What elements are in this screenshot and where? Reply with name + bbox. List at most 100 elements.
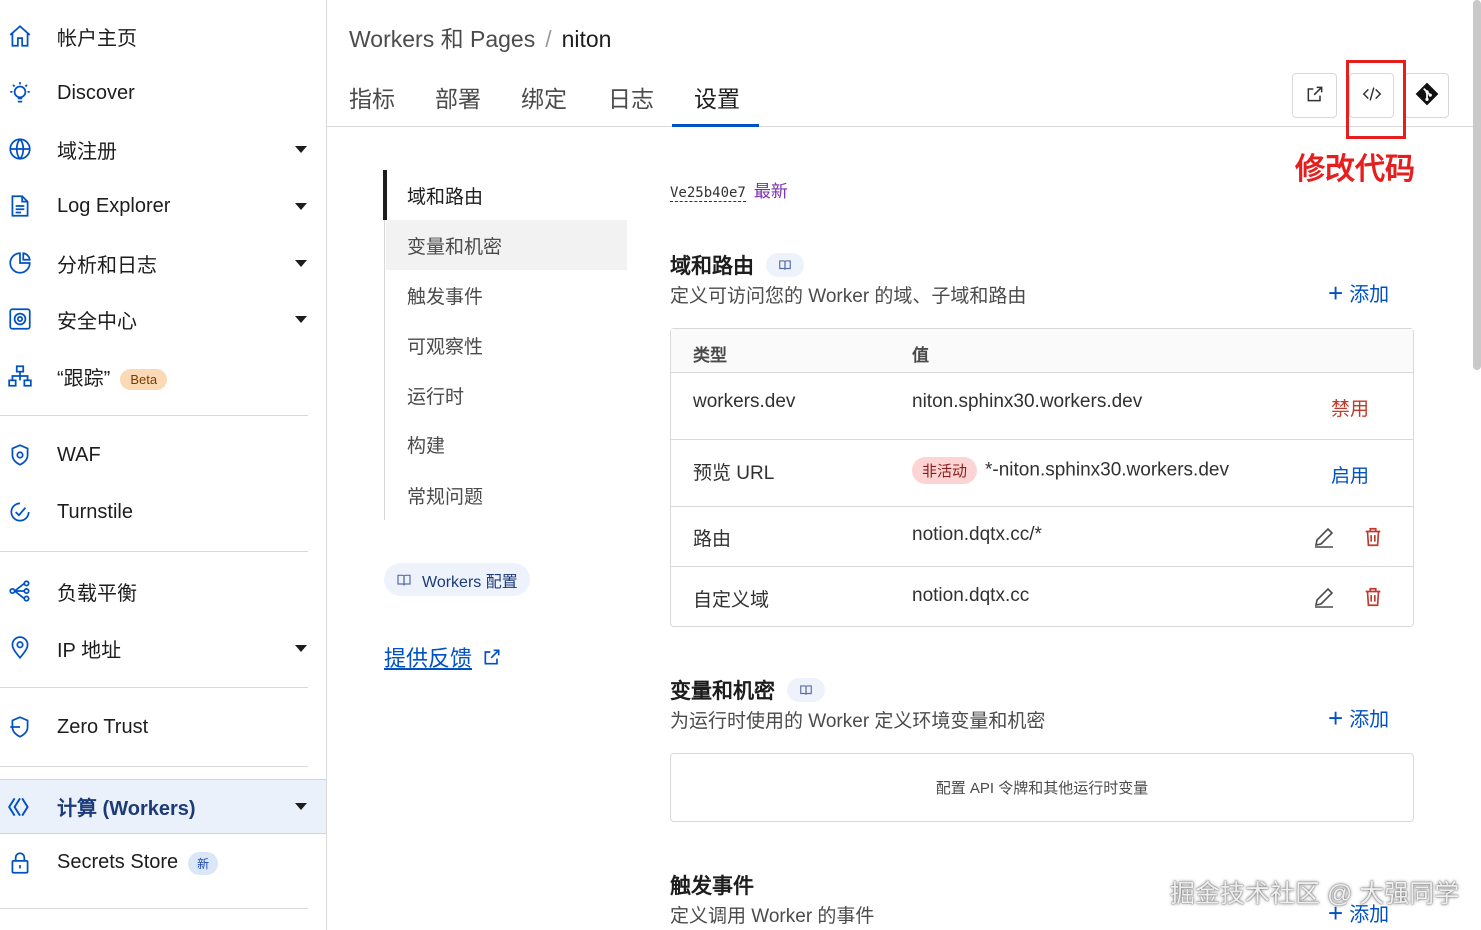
book-icon[interactable] bbox=[787, 678, 825, 702]
sidebar-item-zero-trust[interactable]: Zero Trust bbox=[0, 702, 326, 752]
active-tab-indicator bbox=[672, 124, 759, 127]
sidebar-item-log-explorer[interactable]: Log Explorer bbox=[0, 181, 326, 231]
row-value-cell: 非活动 *-niton.sphinx30.workers.dev bbox=[912, 457, 1229, 484]
page-scrollbar[interactable] bbox=[1473, 0, 1481, 370]
add-domain-button[interactable]: + 添加 bbox=[1328, 278, 1389, 307]
enable-button[interactable]: 启用 bbox=[1331, 461, 1369, 488]
security-center-icon bbox=[6, 305, 34, 333]
sidebar-item-home[interactable]: 帐户主页 bbox=[0, 11, 326, 61]
git-icon bbox=[1414, 81, 1440, 110]
table-row: 预览 URL 非活动 *-niton.sphinx30.workers.dev 启… bbox=[671, 440, 1413, 507]
sidebar-item-ip-address[interactable]: IP 地址 bbox=[0, 623, 326, 673]
triggers-section-description: 定义调用 Worker 的事件 bbox=[670, 906, 875, 927]
column-header-value: 值 bbox=[912, 346, 929, 365]
sidebar-divider bbox=[0, 908, 308, 909]
edit-pencil-icon[interactable] bbox=[1311, 584, 1337, 610]
git-button[interactable] bbox=[1404, 73, 1449, 118]
add-variable-button[interactable]: + 添加 bbox=[1328, 703, 1389, 732]
trash-icon[interactable] bbox=[1360, 524, 1386, 550]
book-icon bbox=[396, 572, 412, 588]
sidebar-item-label: “跟踪” Beta bbox=[57, 362, 168, 391]
row-value: *-niton.sphinx30.workers.dev bbox=[985, 459, 1229, 481]
trash-icon[interactable] bbox=[1360, 584, 1386, 610]
sidebar-item-waf[interactable]: WAF bbox=[0, 430, 326, 480]
version-hash[interactable]: Ve25b40e7 bbox=[670, 185, 746, 202]
sidebar-item-label: WAF bbox=[57, 443, 101, 466]
subnav-item-general[interactable]: 常规问题 bbox=[386, 470, 627, 520]
sidebar-item-label: 分析和日志 bbox=[57, 254, 157, 277]
row-value: notion.dqtx.cc/* bbox=[912, 524, 1042, 545]
tab-settings[interactable]: 设置 bbox=[694, 80, 740, 127]
annotation-label: 修改代码 bbox=[1295, 153, 1415, 186]
sidebar-item-turnstile[interactable]: Turnstile bbox=[0, 487, 326, 537]
subnav-item-variables[interactable]: 变量和机密 bbox=[386, 220, 627, 270]
subnav-item-triggers[interactable]: 触发事件 bbox=[386, 270, 627, 320]
tab-bindings[interactable]: 绑定 bbox=[521, 80, 567, 127]
version-latest-tag: 最新 bbox=[753, 182, 788, 201]
sidebar-item-label: Log Explorer bbox=[57, 194, 171, 217]
chevron-down-icon[interactable] bbox=[295, 202, 307, 210]
pie-chart-icon bbox=[6, 249, 34, 277]
table-header: 类型 值 bbox=[671, 329, 1413, 373]
disable-button[interactable]: 禁用 bbox=[1331, 394, 1369, 421]
sidebar-item-security-center[interactable]: 安全中心 bbox=[0, 294, 326, 344]
tab-deployments[interactable]: 部署 bbox=[435, 80, 481, 127]
sidebar-item-workers[interactable]: 计算 (Workers) bbox=[0, 779, 326, 834]
chevron-down-icon[interactable] bbox=[295, 315, 307, 323]
workers-icon bbox=[6, 793, 34, 821]
subnav-active-indicator bbox=[383, 170, 387, 220]
breadcrumb: Workers 和 Pages / niton bbox=[349, 20, 611, 54]
workers-config-link[interactable]: Workers 配置 bbox=[384, 563, 530, 596]
lock-icon bbox=[6, 849, 34, 877]
sidebar-divider bbox=[0, 687, 308, 688]
home-icon bbox=[6, 22, 34, 50]
variables-section-title: 变量和机密 bbox=[670, 675, 825, 705]
sidebar-item-load-balancing[interactable]: 负载平衡 bbox=[0, 566, 326, 616]
shield-gear-icon bbox=[6, 441, 34, 469]
open-external-button[interactable] bbox=[1292, 73, 1337, 118]
chevron-down-icon[interactable] bbox=[295, 644, 307, 652]
subnav-item-domains[interactable]: 域和路由 bbox=[386, 170, 627, 220]
lightbulb-icon bbox=[6, 79, 34, 107]
tab-logs[interactable]: 日志 bbox=[608, 80, 654, 127]
subnav-item-observability[interactable]: 可观察性 bbox=[386, 320, 627, 370]
sidebar-item-label: 帐户主页 bbox=[57, 27, 137, 50]
sidebar-item-discover[interactable]: Discover bbox=[0, 68, 326, 118]
breadcrumb-current: niton bbox=[561, 26, 612, 52]
sidebar-item-analytics[interactable]: 分析和日志 bbox=[0, 238, 326, 288]
sidebar-item-label: IP 地址 bbox=[57, 639, 122, 662]
breadcrumb-parent[interactable]: Workers 和 Pages bbox=[349, 26, 535, 52]
sidebar-item-label: Turnstile bbox=[57, 500, 133, 523]
sidebar: 帐户主页 Discover 域注册 Log Explorer 分析和日志 安全中… bbox=[0, 0, 327, 930]
subnav-item-build[interactable]: 构建 bbox=[386, 419, 627, 469]
sidebar-item-tracing[interactable]: “跟踪” Beta bbox=[0, 351, 326, 401]
chevron-down-icon[interactable] bbox=[295, 803, 307, 810]
beta-badge: Beta bbox=[120, 368, 168, 390]
tab-metrics[interactable]: 指标 bbox=[349, 80, 395, 127]
feedback-link[interactable]: 提供反馈 bbox=[384, 641, 502, 673]
plus-icon: + bbox=[1328, 702, 1344, 733]
sidebar-divider bbox=[0, 551, 308, 552]
sidebar-item-label: Zero Trust bbox=[57, 715, 149, 738]
zero-trust-icon bbox=[6, 713, 34, 741]
row-type: 预览 URL bbox=[693, 463, 775, 484]
external-link-icon bbox=[1305, 84, 1325, 107]
table-row: 自定义域 notion.dqtx.cc bbox=[671, 567, 1413, 626]
sidebar-item-label: 域注册 bbox=[57, 140, 117, 163]
network-icon bbox=[6, 362, 34, 390]
table-row: workers.dev niton.sphinx30.workers.dev 禁… bbox=[671, 373, 1413, 440]
version-info: Ve25b40e7 最新 bbox=[670, 177, 788, 202]
domains-table: 类型 值 workers.dev niton.sphinx30.workers.… bbox=[670, 328, 1414, 627]
annotation-highlight-box bbox=[1346, 60, 1406, 139]
chevron-down-icon[interactable] bbox=[295, 145, 307, 153]
sidebar-divider bbox=[0, 766, 308, 767]
domains-section-title: 域和路由 bbox=[670, 250, 804, 280]
chevron-down-icon[interactable] bbox=[295, 259, 307, 267]
sidebar-item-domain-registration[interactable]: 域注册 bbox=[0, 124, 326, 174]
document-icon bbox=[6, 192, 34, 220]
status-badge: 非活动 bbox=[912, 457, 978, 484]
edit-pencil-icon[interactable] bbox=[1311, 524, 1337, 550]
subnav-item-runtime[interactable]: 运行时 bbox=[386, 370, 627, 420]
sidebar-item-secrets-store[interactable]: Secrets Store 新 bbox=[0, 838, 326, 888]
book-icon[interactable] bbox=[766, 253, 804, 277]
